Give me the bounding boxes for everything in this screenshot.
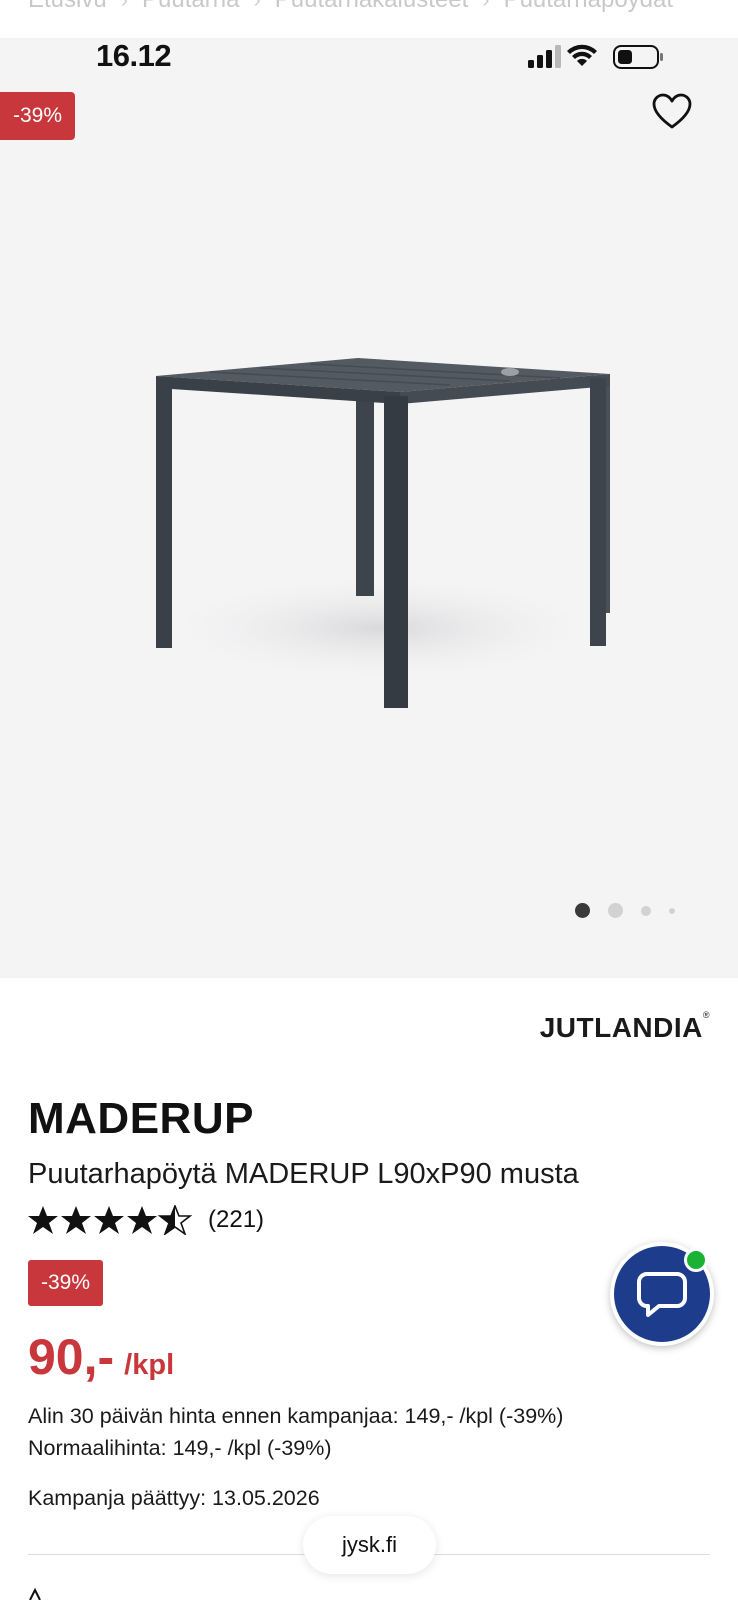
breadcrumb: Etusivu › Puutarha › Puutarhakalusteet ›…: [28, 0, 738, 14]
signal-icon: [528, 45, 561, 68]
star-half-icon: [157, 1205, 193, 1235]
normal-price-info: Normaalihinta: 149,- /kpl (-39%): [28, 1436, 332, 1460]
lowest-price-info: Alin 30 päivän hinta ennen kampanjaa: 14…: [28, 1404, 564, 1428]
star-icon: [28, 1206, 58, 1234]
price-value: 90,-: [28, 1329, 115, 1385]
breadcrumb-item-garden-tables[interactable]: Puutarhapöydät: [504, 0, 673, 14]
wifi-icon: [567, 44, 597, 66]
status-bar: 16.12: [0, 38, 738, 76]
rating-summary[interactable]: (221): [28, 1205, 264, 1235]
star-icon: [61, 1206, 91, 1234]
product-image: [150, 358, 610, 708]
gallery-pagination[interactable]: [575, 903, 675, 918]
registered-mark: ®: [702, 1010, 710, 1020]
chevron-right-icon: ›: [121, 0, 128, 13]
breadcrumb-item-garden-furniture[interactable]: Puutarhakalusteet: [275, 0, 468, 14]
breadcrumb-item-home[interactable]: Etusivu: [28, 0, 107, 14]
breadcrumb-item-garden[interactable]: Puutarha: [142, 0, 239, 14]
product-description: Puutarhapöytä MADERUP L90xP90 musta: [28, 1158, 579, 1190]
price: 90,- /kpl: [28, 1328, 174, 1386]
discount-badge: -39%: [28, 1260, 103, 1306]
campaign-end-info: Kampanja päättyy: 13.05.2026: [28, 1486, 320, 1510]
brand-logo[interactable]: JUTLANDIA®: [539, 1010, 710, 1044]
product-image-gallery[interactable]: -39%: [0, 38, 738, 978]
chat-bubble-icon: [637, 1272, 687, 1317]
review-count[interactable]: (221): [208, 1206, 264, 1234]
battery-icon: [613, 45, 663, 69]
star-icon: [94, 1206, 124, 1234]
address-bar[interactable]: jysk.fi: [303, 1516, 436, 1574]
star-icon: [127, 1206, 157, 1234]
gallery-discount-badge: -39%: [0, 92, 75, 140]
product-title: MADERUP: [28, 1094, 254, 1143]
chat-button[interactable]: [610, 1242, 714, 1346]
rating-stars: [28, 1205, 193, 1235]
gallery-dot[interactable]: [669, 907, 675, 914]
chevron-right-icon: ›: [482, 0, 489, 13]
heart-icon[interactable]: [650, 90, 694, 134]
gallery-dot[interactable]: [641, 905, 651, 916]
address-bar-url: jysk.fi: [342, 1532, 397, 1557]
status-time: 16.12: [96, 38, 172, 73]
price-unit: /kpl: [124, 1349, 175, 1381]
brand-name: JUTLANDIA: [539, 1012, 703, 1043]
partial-icon: [29, 1588, 41, 1600]
gallery-dot[interactable]: [608, 903, 623, 918]
status-icons: [528, 44, 663, 69]
gallery-dot-active[interactable]: [575, 903, 590, 918]
chevron-right-icon: ›: [253, 0, 260, 13]
online-status-indicator: [684, 1248, 708, 1272]
